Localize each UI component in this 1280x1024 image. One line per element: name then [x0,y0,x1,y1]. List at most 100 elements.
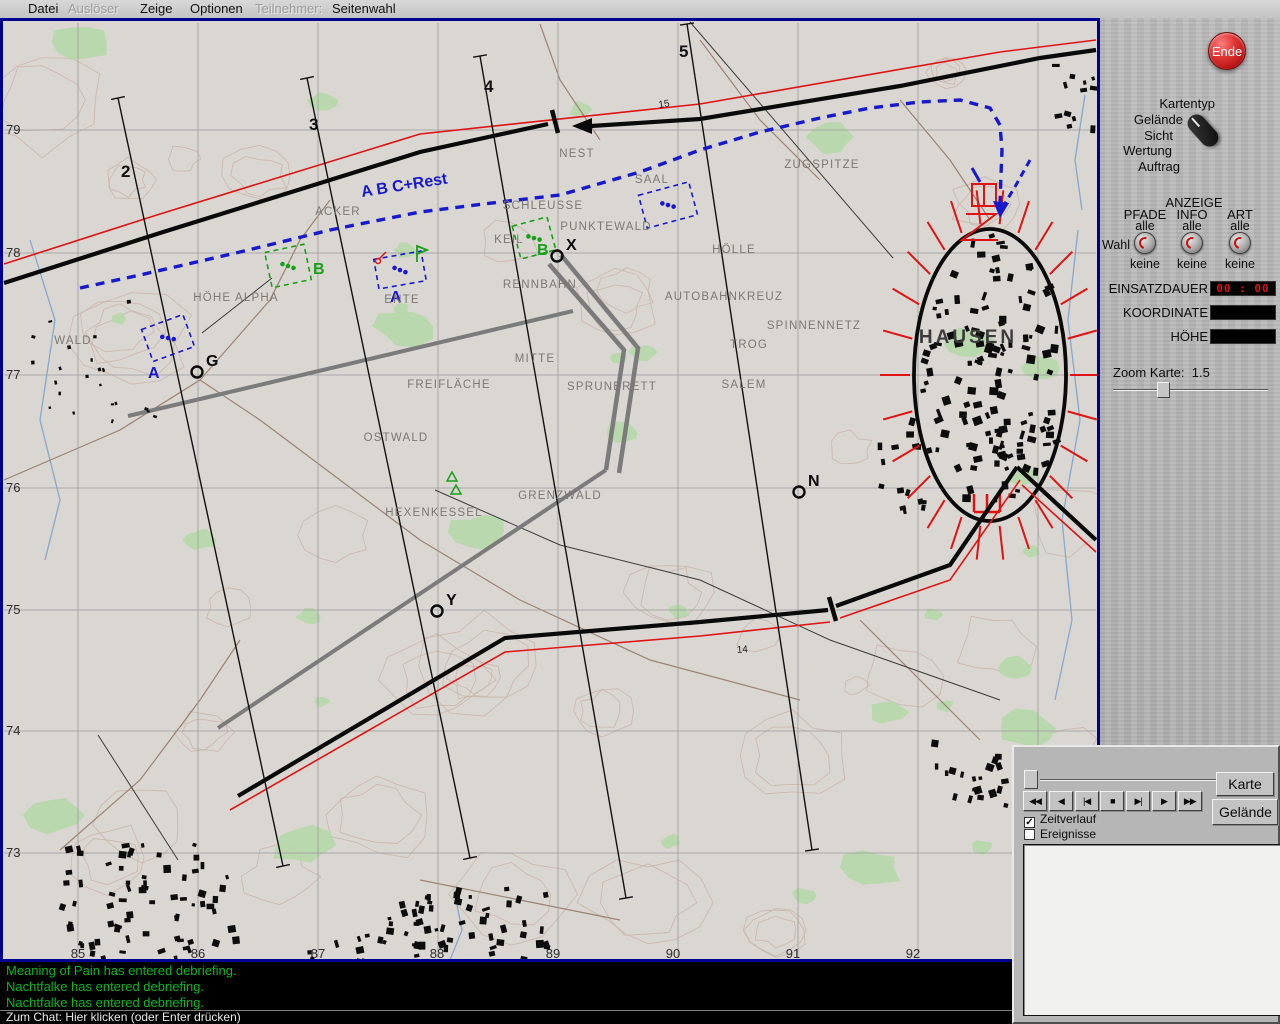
knob-pointer-icon [1232,235,1248,251]
place-label: SPRUNBRETT [567,381,657,393]
play-backward-button[interactable]: ◀ [1049,791,1073,811]
kartentyp-knob[interactable] [1184,111,1222,151]
knob-option-alle: alle [1200,219,1280,233]
place-label: RENNBAHN [503,279,577,291]
chat-message: Meaning of Pain has entered debriefing. [0,963,1012,979]
place-label: HÖLLE [712,244,756,256]
menu-item-datei[interactable]: Datei [28,0,58,18]
grid-number: 77 [6,367,20,382]
menu-bar: DateiAuslöserZeigeOptionenTeilnehmer:Sei… [0,0,1280,18]
grid-number: 78 [6,245,20,260]
place-label: AUTOBAHNKREUZ [665,291,783,303]
grid-number: 74 [6,723,20,738]
checkbox-zeitverlauf[interactable]: ✓Zeitverlauf [1024,812,1096,826]
kartentyp-option-auftrag[interactable]: Auftrag [1138,159,1180,174]
wahl-label: Wahl [1102,238,1130,252]
grid-number: 87 [311,946,325,959]
checkbox-label: Ereignisse [1040,827,1096,841]
unit-label: A [148,365,160,382]
grid-number: 73 [6,845,20,860]
display-label-2: HÖHE [1170,329,1208,344]
karte-button[interactable]: Karte [1216,772,1274,796]
place-label: SALEM [722,379,767,391]
phase-line-number: 3 [309,115,318,134]
timeline-thumb[interactable] [1024,770,1038,789]
app-window: DateiAuslöserZeigeOptionenTeilnehmer:Sei… [0,0,1280,1024]
road-number: 14 [736,644,748,656]
rotary-knob-info[interactable] [1181,232,1203,254]
place-label: TROG [730,339,768,351]
place-label: OSTWALD [364,432,429,444]
menu-item-seitenwahl[interactable]: Seitenwahl [332,0,396,18]
lcd-display-2 [1210,329,1276,344]
kartentyp-option-sicht[interactable]: Sicht [1144,128,1173,143]
place-label: SPINNENNETZ [767,320,861,332]
kartentyp-option-gelände[interactable]: Gelände [1134,112,1183,127]
rotary-knob-pfade[interactable] [1134,232,1156,254]
step-backward-button[interactable]: |◀ [1075,791,1099,811]
place-label: NEST [559,148,594,160]
phase-line-number: 2 [121,162,130,181]
knob-pointer-icon [1184,235,1200,251]
fast-forward-button[interactable]: ▶▶ [1178,791,1202,811]
zoom-label: Zoom Karte: [1113,365,1185,380]
waypoint-letter: Y [446,592,457,609]
rewind-button[interactable]: ◀◀ [1023,791,1047,811]
event-listbox[interactable] [1023,844,1280,1016]
zoom-slider[interactable] [1113,382,1268,398]
menu-item-zeige[interactable]: Zeige [140,0,173,18]
place-label: ACKER [315,206,361,218]
knob-option-keine: keine [1200,257,1280,271]
rotary-knob-art[interactable] [1229,232,1251,254]
menu-item-optionen[interactable]: Optionen [190,0,243,18]
grid-number: 75 [6,602,20,617]
waypoint-letter: X [566,237,577,254]
kartentyp-option-wertung[interactable]: Wertung [1123,143,1172,158]
step-forward-button[interactable]: ▶| [1126,791,1150,811]
playback-panel: ◀◀◀|◀■▶|▶▶▶ Karte Gelände ✓ZeitverlaufEr… [1012,745,1280,1024]
display-label-1: KOORDINATE [1123,305,1208,320]
waypoint-letter: N [808,473,820,490]
chat-log: Meaning of Pain has entered debriefing. N… [0,962,1012,1010]
zoom-slider-track [1113,389,1268,391]
phase-line-number: 5 [679,42,688,61]
grid-number: 86 [191,946,205,959]
grid-number: 92 [906,946,920,959]
town-label: HAUSEN [919,327,1017,348]
grid-number: 90 [666,946,680,959]
map-window: 7978777675747385868788899091922345A B C+… [0,18,1100,962]
play-button[interactable]: ▶ [1152,791,1176,811]
topo-map[interactable]: 7978777675747385868788899091922345A B C+… [3,21,1097,959]
menu-item-auslöser: Auslöser [68,0,119,18]
place-label: WALD [54,335,92,347]
lcd-display-1 [1210,305,1276,320]
place-label: HEXENKESSEL [385,507,483,519]
place-label: PUNKTEWALD [560,221,651,233]
unit-label: B [537,242,549,259]
display-label-0: EINSATZDAUER [1109,281,1208,296]
unchecked-box-icon[interactable] [1024,829,1035,840]
place-label: HÖHE ALPHA [193,292,279,304]
lcd-display-0: 00 : 00 [1210,281,1276,296]
checkbox-label: Zeitverlauf [1040,812,1096,826]
checkbox-ereignisse[interactable]: Ereignisse [1024,827,1096,841]
grid-number: 91 [786,946,800,959]
place-label: GRENZWALD [518,490,602,502]
timeline-slider[interactable] [1024,767,1224,791]
place-label: SAAL [635,174,669,186]
timeline-track [1040,779,1220,781]
kartentyp-title: Kartentyp [1159,96,1215,111]
zoom-slider-thumb[interactable] [1157,382,1170,398]
unit-label: B [313,261,325,278]
chat-statusbar[interactable]: Zum Chat: Hier klicken (oder Enter drück… [0,1010,1012,1024]
road-number: 15 [658,98,671,111]
stop-button[interactable]: ■ [1100,791,1124,811]
place-label: MITTE [515,353,556,365]
place-label: ENTE [384,294,419,306]
place-label: ZUGSPITZE [784,159,859,171]
end-button[interactable]: Ende [1208,32,1246,70]
zoom-karte-row: Zoom Karte: 1.5 [1113,365,1210,380]
chat-message: Nachtfalke has entered debriefing. [0,995,1012,1011]
zoom-value: 1.5 [1192,365,1210,380]
gelaende-button[interactable]: Gelände [1212,799,1278,825]
